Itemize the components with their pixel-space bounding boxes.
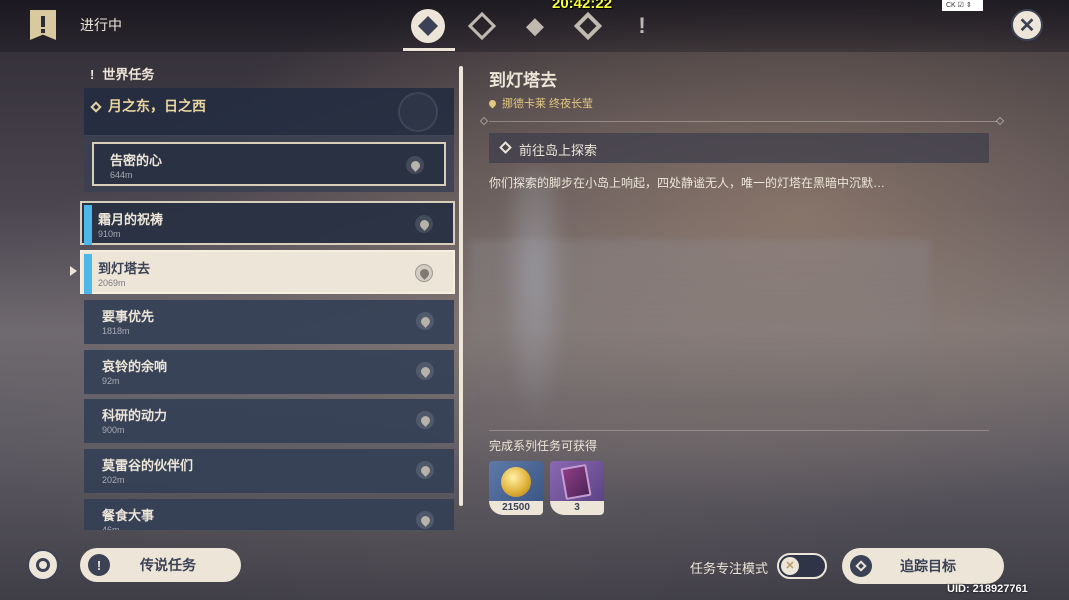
location-pin-icon[interactable] (416, 461, 434, 479)
location-pin-icon (487, 98, 498, 109)
location-pin-icon[interactable] (415, 264, 433, 282)
quest-location: 挪德卡莱 终夜长莹 (487, 95, 594, 111)
settings-icon (36, 558, 50, 572)
quest-item-ailing[interactable]: 哀铃的余响 92m (84, 350, 454, 394)
divider-diamond-icon (995, 116, 1005, 126)
book-icon (550, 461, 604, 501)
quest-name: 哀铃的余响 (102, 359, 168, 374)
quest-name: 到灯塔去 (98, 261, 151, 276)
reward-count: 21500 (489, 501, 543, 515)
status-label: 进行中 (80, 17, 122, 33)
story-icon: ◆ (526, 13, 544, 38)
quest-name: 莫雷谷的伙伴们 (102, 458, 194, 473)
tracked-indicator (84, 254, 92, 294)
top-bar: 进行中 ◆ ! CK ☑ ⇕ ✕ (0, 0, 1069, 52)
quest-distance: 644m (110, 170, 133, 180)
quest-distance: 2069m (98, 278, 126, 288)
category-label: 世界任务 (102, 67, 155, 82)
legend-quests-button[interactable]: ! 传说任务 (80, 548, 241, 582)
uid-label: UID: 218927761 (947, 583, 1028, 595)
quest-name: 霜月的祝祷 (98, 212, 164, 227)
commission-icon (573, 11, 603, 41)
category-world-quests: ! 世界任务 (90, 64, 154, 83)
diamond-icon (850, 555, 872, 577)
focus-mode-toggle[interactable]: ✕ (777, 553, 827, 579)
quest-name: 餐食大事 (102, 508, 155, 523)
reward-item-mora[interactable]: 21500 (489, 461, 543, 515)
divider (489, 430, 989, 431)
focus-mode-label: 任务专注模式 (690, 561, 769, 576)
quest-distance: 910m (98, 229, 121, 239)
location-pin-icon[interactable] (416, 411, 434, 429)
quest-item-canshi[interactable]: 餐食大事 46m (84, 499, 454, 530)
input-method-indicator: CK ☑ ⇕ (942, 0, 983, 11)
quest-subgroup: 告密的心 644m (84, 136, 454, 192)
reward-item-book[interactable]: 3 (550, 461, 604, 515)
exclamation-icon: ! (638, 13, 646, 38)
tab-commission-quests[interactable] (568, 6, 608, 46)
quest-settings-button[interactable] (27, 549, 59, 581)
background-character (500, 170, 570, 430)
quest-distance: 92m (102, 376, 120, 386)
quest-detail-title: 到灯塔去 (489, 71, 557, 90)
chapter-emblem-icon (398, 92, 438, 132)
quest-distance: 46m (102, 525, 120, 530)
quest-item-keyan[interactable]: 科研的动力 900m (84, 399, 454, 443)
rewards-title: 完成系列任务可获得 (489, 439, 598, 453)
quest-journal-icon (30, 10, 56, 40)
quest-item-gaomi[interactable]: 告密的心 644m (92, 142, 446, 186)
quest-distance: 202m (102, 475, 125, 485)
track-target-label: 追踪目标 (900, 558, 956, 574)
location-pin-icon[interactable] (416, 511, 434, 529)
selection-arrow-icon (70, 266, 77, 276)
close-icon: ✕ (1018, 14, 1036, 37)
exclamation-icon: ! (88, 554, 110, 576)
quest-item-dengta[interactable]: 到灯塔去 2069m (80, 250, 455, 294)
objective-text: 前往岛上探索 (519, 143, 598, 158)
tab-world-quests[interactable]: ! (622, 6, 662, 46)
chapter-title-text: 月之东，日之西 (108, 98, 206, 114)
diamond-icon (90, 101, 102, 113)
quest-name: 告密的心 (110, 153, 163, 168)
reward-count: 3 (550, 501, 604, 515)
location-pin-icon[interactable] (416, 312, 434, 330)
quest-description: 你们探索的脚步在小岛上响起，四处静谧无人，唯一的灯塔在黑暗中沉默… (489, 176, 886, 190)
track-target-button[interactable]: 追踪目标 (842, 548, 1004, 584)
tab-all-quests[interactable] (408, 6, 448, 46)
objective-diamond-icon (499, 141, 512, 154)
quest-objective: 前往岛上探索 (489, 133, 989, 163)
active-tab-underline (403, 48, 455, 51)
quest-item-shuangyue[interactable]: 霜月的祝祷 910m (80, 201, 455, 245)
quest-chapter-header[interactable]: 月之东，日之西 (84, 88, 454, 136)
close-button[interactable]: ✕ (1011, 9, 1043, 41)
quest-distance: 1818m (102, 326, 130, 336)
tab-story-quests[interactable]: ◆ (515, 6, 555, 46)
quest-location-text: 挪德卡莱 终夜长莹 (502, 98, 594, 110)
clock-overlay: 20:42:22 (552, 0, 613, 12)
diamond-icon (411, 9, 445, 43)
exclamation-icon: ! (90, 67, 95, 82)
quest-item-moleigu[interactable]: 莫雷谷的伙伴们 202m (84, 449, 454, 493)
quest-name: 要事优先 (102, 309, 155, 324)
mora-coin-icon (489, 461, 543, 501)
archon-icon (467, 11, 497, 41)
divider (489, 121, 997, 122)
quest-list[interactable]: ! 世界任务 月之东，日之西 告密的心 644m 霜月的祝祷 910m 到灯塔去 … (80, 58, 465, 530)
scrollbar-thumb[interactable] (459, 66, 463, 506)
tab-archon-quests[interactable] (462, 6, 502, 46)
location-pin-icon[interactable] (406, 156, 424, 174)
quest-distance: 900m (102, 425, 125, 435)
chapter-title: 月之东，日之西 (90, 96, 206, 116)
location-pin-icon[interactable] (415, 215, 433, 233)
toggle-off-icon: ✕ (781, 557, 799, 575)
quest-item-yaoshi[interactable]: 要事优先 1818m (84, 300, 454, 344)
legend-quests-label: 传说任务 (140, 557, 196, 573)
divider-diamond-icon (479, 116, 489, 126)
tracked-indicator (84, 205, 92, 245)
location-pin-icon[interactable] (416, 362, 434, 380)
quest-name: 科研的动力 (102, 408, 168, 423)
